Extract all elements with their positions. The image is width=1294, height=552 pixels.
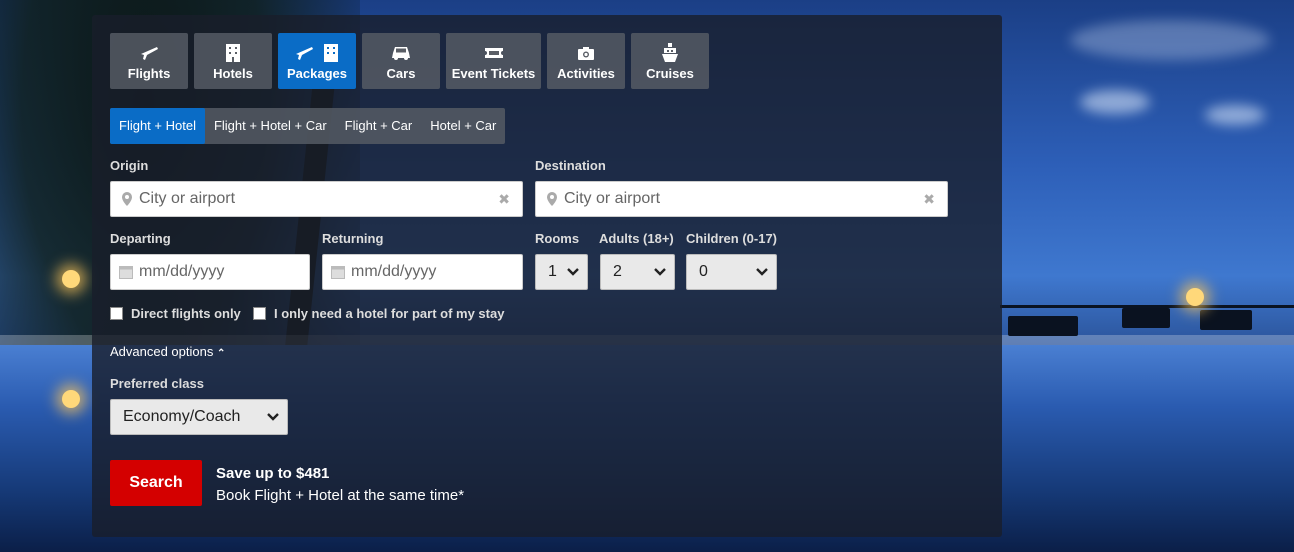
tab-label: Hotels <box>213 65 253 81</box>
car-icon <box>390 42 412 64</box>
plane-icon <box>139 42 159 64</box>
chevron-down-icon <box>567 263 579 281</box>
tab-hotels[interactable]: Hotels <box>194 33 272 89</box>
subtab-flight-car[interactable]: Flight + Car <box>336 108 422 144</box>
tab-event-tickets[interactable]: Event Tickets <box>446 33 541 89</box>
chevron-down-icon <box>654 263 666 281</box>
preferred-class-label: Preferred class <box>110 376 204 391</box>
destination-label: Destination <box>535 158 606 173</box>
partial-hotel-checkbox[interactable]: I only need a hotel for part of my stay <box>253 306 504 321</box>
destination-input[interactable]: City or airport ✖ <box>535 181 948 217</box>
rooms-label: Rooms <box>535 231 580 246</box>
chevron-down-icon <box>756 263 768 281</box>
adults-select[interactable]: 2 <box>600 254 675 290</box>
children-label: Children (0-17) <box>686 231 778 246</box>
tab-cruises[interactable]: Cruises <box>631 33 709 89</box>
tab-label: Packages <box>287 65 347 81</box>
checkbox-box[interactable] <box>253 307 266 320</box>
subtab-hotel-car[interactable]: Hotel + Car <box>421 108 505 144</box>
product-tabs: Flights Hotels Packages Cars Event Ticke… <box>110 33 709 89</box>
clear-destination-icon[interactable]: ✖ <box>923 191 935 208</box>
partial-hotel-label: I only need a hotel for part of my stay <box>274 306 505 321</box>
promo-subtext: Book Flight + Hotel at the same time* <box>216 487 465 504</box>
departing-placeholder: mm/dd/yyyy <box>139 263 225 280</box>
tab-cars[interactable]: Cars <box>362 33 440 89</box>
returning-label: Returning <box>322 231 384 246</box>
location-pin-icon <box>546 191 558 207</box>
returning-date-input[interactable]: mm/dd/yyyy <box>322 254 523 290</box>
departing-label: Departing <box>110 231 171 246</box>
ticket-icon <box>483 42 505 64</box>
returning-placeholder: mm/dd/yyyy <box>351 263 437 280</box>
direct-flights-checkbox[interactable]: Direct flights only <box>110 306 241 321</box>
adults-value: 2 <box>613 263 622 280</box>
origin-input[interactable]: City or airport ✖ <box>110 181 523 217</box>
rooms-select[interactable]: 1 <box>535 254 588 290</box>
checkbox-box[interactable] <box>110 307 123 320</box>
adults-label: Adults (18+) <box>599 231 674 246</box>
tab-label: Cars <box>386 65 416 81</box>
origin-label: Origin <box>110 158 149 173</box>
tab-flights[interactable]: Flights <box>110 33 188 89</box>
camera-icon <box>576 42 596 64</box>
clear-origin-icon[interactable]: ✖ <box>498 191 510 208</box>
children-value: 0 <box>699 263 708 280</box>
search-button[interactable]: Search <box>110 460 202 506</box>
calendar-icon <box>119 265 133 279</box>
origin-placeholder: City or airport <box>139 190 236 207</box>
promo-headline: Save up to $481 <box>216 465 330 482</box>
children-select[interactable]: 0 <box>686 254 777 290</box>
ship-icon <box>660 42 680 64</box>
chevron-down-icon <box>267 408 279 426</box>
calendar-icon <box>331 265 345 279</box>
preferred-class-select[interactable]: Economy/Coach <box>110 399 288 435</box>
preferred-class-value: Economy/Coach <box>123 408 241 425</box>
chevron-up-double-icon: ⌃ <box>216 348 226 359</box>
subtab-flight-hotel-car[interactable]: Flight + Hotel + Car <box>205 108 336 144</box>
departing-date-input[interactable]: mm/dd/yyyy <box>110 254 310 290</box>
destination-placeholder: City or airport <box>564 190 661 207</box>
advanced-options-label: Advanced options <box>110 344 214 359</box>
tab-packages[interactable]: Packages <box>278 33 356 89</box>
plane-building-icon <box>294 42 340 64</box>
package-type-tabs: Flight + Hotel Flight + Hotel + Car Flig… <box>110 108 506 144</box>
advanced-options-toggle[interactable]: Advanced options ⌃ <box>110 344 225 359</box>
tab-activities[interactable]: Activities <box>547 33 625 89</box>
rooms-value: 1 <box>548 263 557 280</box>
building-icon <box>224 42 242 64</box>
subtab-flight-hotel[interactable]: Flight + Hotel <box>110 108 205 144</box>
tab-label: Cruises <box>646 65 694 81</box>
tab-label: Activities <box>557 65 615 81</box>
search-panel: Flights Hotels Packages Cars Event Ticke… <box>92 15 1002 537</box>
location-pin-icon <box>121 191 133 207</box>
direct-flights-label: Direct flights only <box>131 306 241 321</box>
tab-label: Flights <box>127 65 171 81</box>
tab-label: Event Tickets <box>451 65 536 81</box>
